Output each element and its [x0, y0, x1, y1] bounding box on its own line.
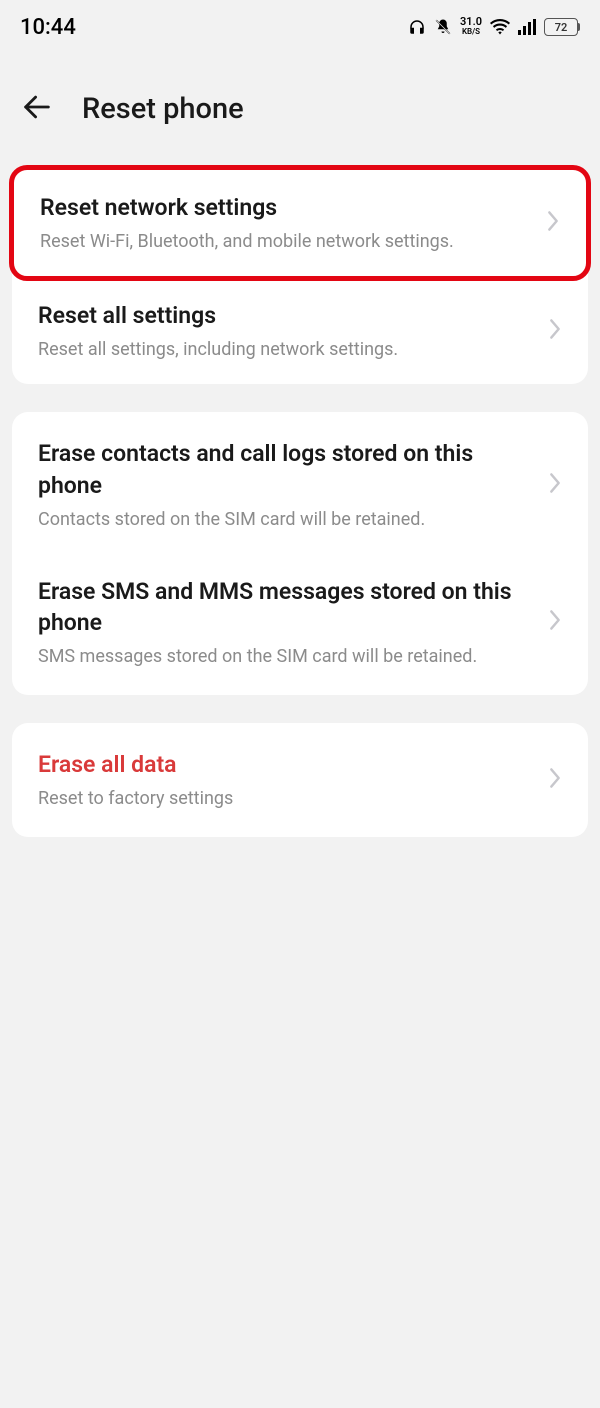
battery-icon: 72: [544, 18, 580, 36]
settings-group-erase: Erase contacts and call logs stored on t…: [12, 412, 588, 695]
status-time: 10:44: [20, 15, 76, 40]
row-subtitle: Reset all settings, including network se…: [38, 337, 530, 362]
row-title: Erase contacts and call logs stored on t…: [38, 438, 530, 500]
headphones-icon: [408, 18, 426, 36]
settings-group-erase-all: Erase all data Reset to factory settings: [12, 723, 588, 837]
settings-group-reset: Reset network settings Reset Wi-Fi, Blue…: [12, 165, 588, 384]
row-reset-network-settings[interactable]: Reset network settings Reset Wi-Fi, Blue…: [14, 170, 586, 276]
mute-icon: [434, 18, 452, 36]
signal-icon: [518, 19, 536, 35]
row-title: Reset all settings: [38, 300, 530, 331]
row-subtitle: Contacts stored on the SIM card will be …: [38, 507, 530, 532]
row-subtitle: Reset to factory settings: [38, 786, 530, 811]
chevron-right-icon: [548, 472, 562, 498]
highlight-annotation: Reset network settings Reset Wi-Fi, Blue…: [9, 165, 591, 281]
status-bar: 10:44 31.0 KB/S: [0, 0, 600, 50]
chevron-right-icon: [548, 609, 562, 635]
row-subtitle: SMS messages stored on the SIM card will…: [38, 644, 530, 669]
net-speed-value: 31.0: [460, 17, 482, 27]
chevron-right-icon: [546, 210, 560, 236]
battery-percentage: 72: [555, 21, 568, 34]
net-speed-indicator: 31.0 KB/S: [460, 17, 482, 37]
row-title: Erase SMS and MMS messages stored on thi…: [38, 576, 530, 638]
wifi-icon: [490, 19, 510, 35]
row-erase-all-data[interactable]: Erase all data Reset to factory settings: [12, 727, 588, 833]
header: Reset phone: [0, 50, 600, 168]
chevron-right-icon: [548, 318, 562, 344]
status-icons: 31.0 KB/S 72: [408, 17, 580, 37]
net-speed-unit: KB/S: [460, 27, 482, 37]
row-reset-all-settings[interactable]: Reset all settings Reset all settings, i…: [12, 278, 588, 384]
row-erase-sms[interactable]: Erase SMS and MMS messages stored on thi…: [12, 554, 588, 691]
back-icon[interactable]: [20, 90, 54, 128]
page-title: Reset phone: [82, 92, 244, 126]
row-subtitle: Reset Wi-Fi, Bluetooth, and mobile netwo…: [40, 229, 528, 254]
row-title: Erase all data: [38, 749, 530, 780]
row-erase-contacts[interactable]: Erase contacts and call logs stored on t…: [12, 416, 588, 553]
chevron-right-icon: [548, 767, 562, 793]
row-title: Reset network settings: [40, 192, 528, 223]
